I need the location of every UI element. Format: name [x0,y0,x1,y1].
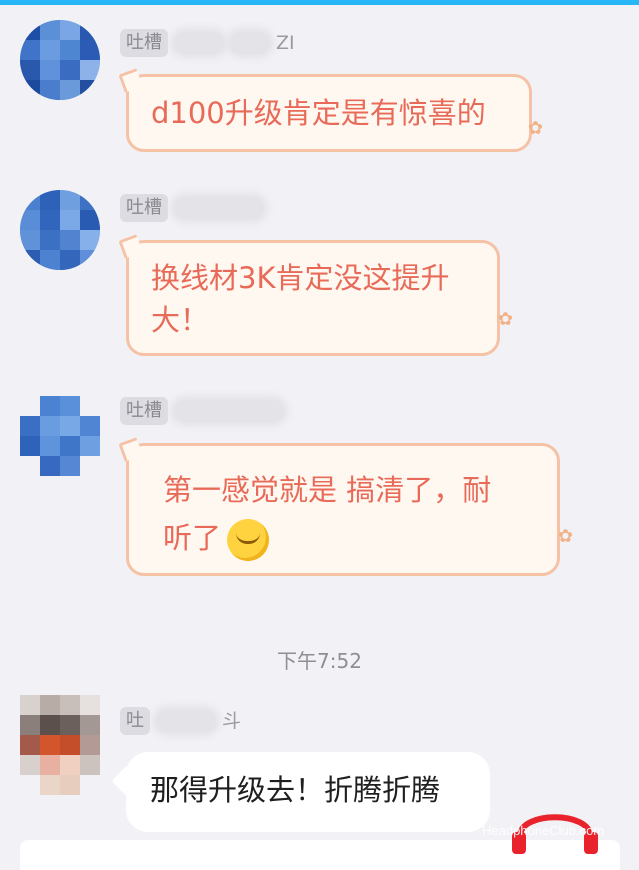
sender-name: 吐槽 [120,193,264,223]
watermark-text: HeadphoneClub.com [482,823,604,838]
sender-tag: 吐槽 [120,29,168,57]
headphone-logo: HeadphoneClub.com [482,796,639,863]
message-text: 那得升级去！折腾折腾 [150,773,441,807]
sender-tag: 吐槽 [120,194,168,222]
message-text-line: 第一感觉就是 搞清了，耐 [163,473,492,507]
avatar[interactable] [20,695,100,795]
sender-name: 吐 斗 [120,706,241,736]
avatar[interactable] [20,190,100,270]
timestamp: 下午7:52 [277,649,362,673]
flower-decoration-icon: ✿ [497,309,513,330]
sender-name-suffix: ZI [276,32,295,54]
message-bubble[interactable]: 第一感觉就是 搞清了，耐 听了 ✿ [126,443,573,576]
sender-name: 吐槽 [120,396,284,426]
flower-decoration-icon: ✿ [557,526,573,547]
sender-name: 吐槽 ZI [120,28,295,58]
message-text-line: 换线材3K肯定没这提升 [151,261,450,295]
blurred-name [174,400,284,422]
sender-name-suffix: 斗 [222,710,242,732]
message-bubble[interactable]: 换线材3K肯定没这提升 大！ ✿ [126,240,513,356]
flower-decoration-icon: ✿ [527,118,543,139]
sender-tag: 吐 [120,707,150,735]
avatar[interactable] [20,396,100,476]
blurred-name [230,32,270,54]
top-accent-bar [0,0,639,5]
avatar[interactable] [20,20,100,100]
blurred-name [174,32,224,54]
message-text: d100升级肯定是有惊喜的 [151,96,486,130]
sender-tag: 吐槽 [120,397,168,425]
blurred-name [156,710,216,732]
message-text-line: 听了 [163,521,222,555]
message-bubble[interactable]: d100升级肯定是有惊喜的 ✿ [126,74,543,152]
blurred-name [174,197,264,219]
message-text-line: 大！ [151,303,210,337]
hand-over-mouth-emoji-icon [227,519,270,561]
message-bubble[interactable]: 那得升级去！折腾折腾 [126,752,490,832]
